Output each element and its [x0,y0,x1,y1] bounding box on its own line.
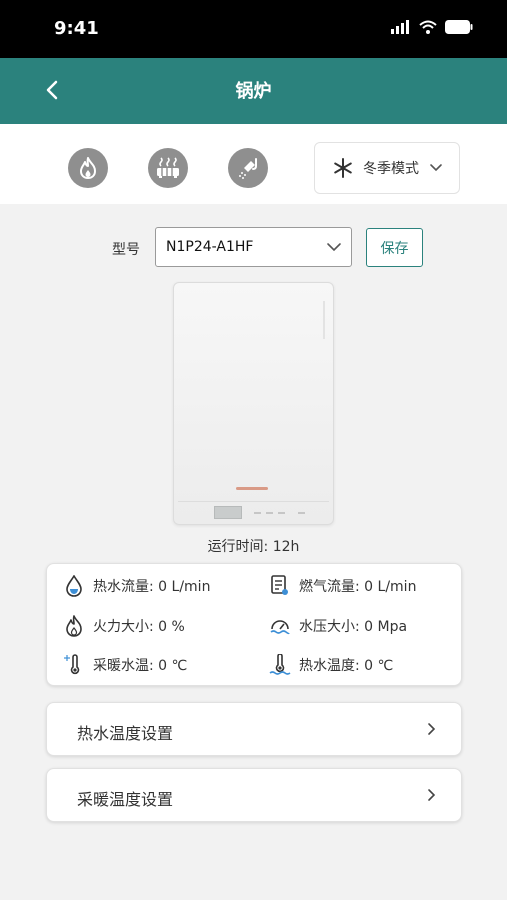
fire-power-text: 火力大小: 0 % [93,619,185,635]
hot-water-temp-stat: 热水温度: 0 ℃ [269,654,393,676]
chevron-right-icon [428,789,436,801]
hot-water-temp-text: 热水温度: 0 ℃ [299,658,394,674]
hot-water-flow-stat: 热水流量: 0 L/min [63,575,210,597]
gas-flow-stat: 燃气流量: 0 L/min [269,575,416,597]
radiator-mode-button[interactable] [148,148,188,188]
boiler-panel-button [266,512,273,514]
heating-water-temp-text: 采暖水温: 0 ℃ [93,658,188,674]
gas-flow-text: 燃气流量: 0 L/min [299,579,417,595]
water-drop-icon [63,575,85,597]
flame-icon [80,157,96,179]
pressure-gauge-icon [269,615,291,637]
runtime-text: 运行时间: 12h [207,539,300,555]
heating-water-temp-stat: 采暖水温: 0 ℃ [63,654,187,676]
water-pressure-text: 水压大小: 0 Mpa [299,619,408,635]
flame-mode-button[interactable] [68,148,108,188]
boiler-display [214,506,242,519]
hot-water-temp-setting-row[interactable]: 热水温度设置 [46,702,462,756]
mode-bar: 冬季模式 [0,124,507,204]
chevron-down-icon [430,164,442,172]
season-mode-label: 冬季模式 [363,161,419,177]
status-time: 9:41 [54,18,99,39]
chevron-right-icon [428,723,436,735]
heating-temp-setting-row[interactable]: 采暖温度设置 [46,768,462,822]
wifi-icon [419,20,437,34]
boiler-panel-button [254,512,261,514]
season-mode-dropdown[interactable]: 冬季模式 [314,142,460,194]
boiler-control-panel [178,501,329,519]
save-button[interactable]: 保存 [366,228,423,267]
model-select[interactable]: N1P24-A1HF [155,227,352,267]
battery-icon [445,20,473,34]
thermometer-snow-icon [63,654,85,676]
model-label: 型号 [112,242,140,258]
signal-icon [391,20,409,34]
status-icons [391,20,473,34]
water-pressure-stat: 水压大小: 0 Mpa [269,615,407,637]
model-value: N1P24-A1HF [166,239,254,255]
status-bar: 9:41 [0,0,507,58]
gas-meter-icon [269,575,291,597]
page-title: 锅炉 [235,81,272,102]
chevron-down-icon [327,243,341,252]
heating-temp-setting-label: 采暖温度设置 [77,790,174,809]
boiler-brand-stripe [323,301,325,339]
shower-icon [239,158,257,179]
fire-power-stat: 火力大小: 0 % [63,615,185,637]
thermometer-water-icon [269,654,291,676]
boiler-image [173,282,334,525]
flame-icon [63,615,85,637]
status-card: 热水流量: 0 L/min 燃气流量: 0 L/min 火力大小: 0 % 水压… [46,563,462,686]
hot-water-temp-setting-label: 热水温度设置 [77,724,174,743]
radiator-icon [157,157,179,178]
boiler-panel-button [298,512,305,514]
hot-water-flow-text: 热水流量: 0 L/min [93,579,211,595]
boiler-logo [236,487,268,490]
nav-bar: 锅炉 [0,58,507,124]
shower-mode-button[interactable] [228,148,268,188]
snowflake-icon [334,158,352,178]
boiler-panel-button [278,512,285,514]
